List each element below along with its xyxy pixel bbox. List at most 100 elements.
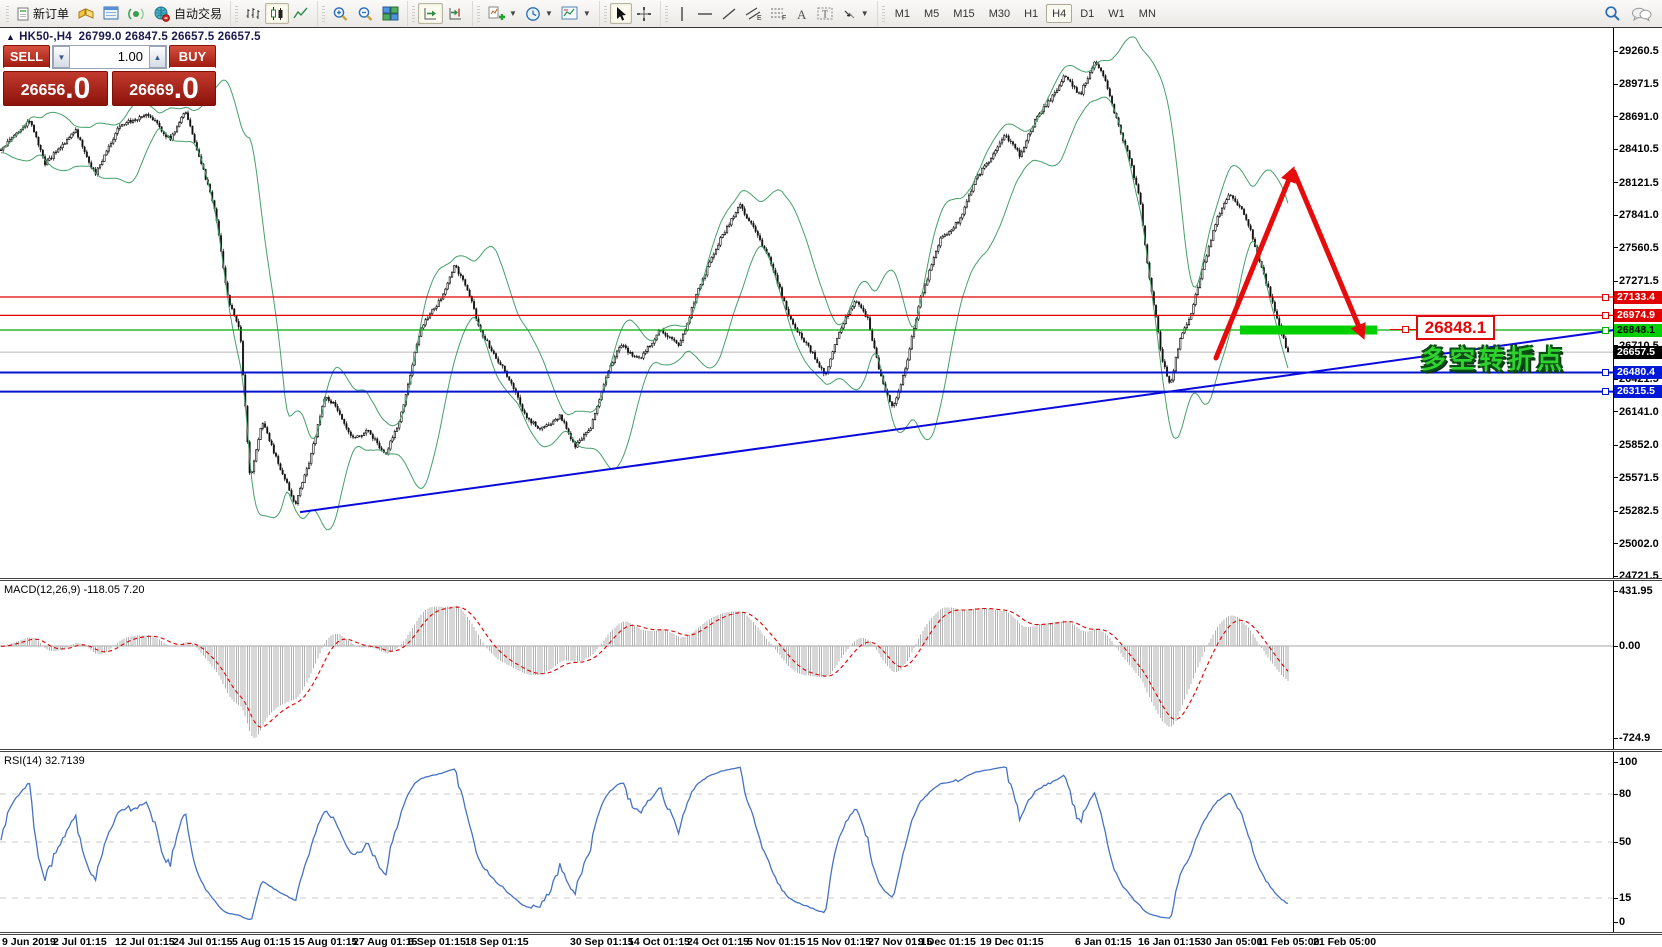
time-axis-label: 5 Aug 01:15 (232, 936, 291, 947)
time-axis-label: 30 Jan 05:00 (1200, 936, 1262, 947)
svg-text:E: E (757, 15, 762, 21)
price-level-label[interactable]: 27133.4 (1614, 291, 1662, 304)
search-icon[interactable] (1604, 5, 1621, 22)
price-level-label[interactable]: 26480.4 (1614, 366, 1662, 379)
line-chart-mode-button[interactable] (289, 3, 313, 24)
timeframe-button-w1[interactable]: W1 (1102, 4, 1131, 23)
time-axis-label: 16 Jan 01:15 (1138, 936, 1200, 947)
time-axis-label: 9 Jun 2019 (2, 936, 56, 947)
volume-decrease-button[interactable]: ▼ (53, 46, 70, 68)
chart-shift-icon (447, 6, 464, 22)
buy-price-button[interactable]: 26669.0 (112, 71, 216, 106)
trendline-button[interactable] (717, 3, 741, 24)
svg-text:F: F (782, 15, 786, 21)
mt4-terminal: { "colors":{ "accent_red":"#e00000","acc… (0, 0, 1662, 947)
rsi-pane-canvas[interactable] (0, 752, 1662, 932)
toolbar-right (1604, 5, 1660, 22)
new-order-button[interactable]: 新订单 (12, 3, 73, 24)
timeframe-button-mn[interactable]: MN (1133, 4, 1162, 23)
buy-price-main: 26669 (129, 78, 174, 104)
one-click-trade-panel: SELL ▼ 1.00 ▲ BUY 26656.0 26669.0 (3, 45, 216, 106)
volume-increase-button[interactable]: ▲ (149, 46, 166, 68)
pane-divider-rsi[interactable] (0, 749, 1662, 752)
sell-price-button[interactable]: 26656.0 (3, 71, 108, 106)
timeframe-button-h4[interactable]: H4 (1046, 4, 1072, 23)
auto-trading-label: 自动交易 (174, 5, 222, 22)
time-axis-label: 12 Jul 01:15 (115, 936, 175, 947)
time-axis[interactable]: 9 Jun 20192 Jul 01:1512 Jul 01:1524 Jul … (0, 935, 1662, 947)
chart-shift-button[interactable] (443, 3, 468, 24)
price-level-label[interactable]: 26315.5 (1614, 385, 1662, 398)
chevron-down-icon: ▼ (583, 9, 591, 18)
auto-trading-icon (153, 6, 171, 22)
text-label-icon: T (817, 6, 834, 21)
buy-button[interactable]: BUY (169, 45, 216, 69)
chevron-down-icon: ▼ (861, 9, 869, 18)
price-chart-canvas[interactable] (0, 28, 1662, 578)
period-button[interactable]: ▼ (521, 3, 557, 24)
market-watch-icon (77, 6, 95, 22)
bar-chart-mode-button[interactable] (241, 3, 265, 24)
fibonacci-button[interactable]: F (766, 3, 791, 24)
cursor-button[interactable] (610, 3, 632, 24)
template-button[interactable]: ▼ (557, 3, 595, 24)
pane-divider-macd[interactable] (0, 578, 1662, 581)
price-tick: 28121.5 (1619, 177, 1659, 189)
signals-button[interactable] (124, 3, 149, 24)
price-tick: 25282.5 (1619, 505, 1659, 517)
data-window-button[interactable] (99, 3, 124, 24)
pane-divider-bottom[interactable] (0, 932, 1662, 935)
rsi-axis-label: 80 (1619, 788, 1631, 800)
svg-text:T: T (822, 10, 828, 21)
macd-values: -118.05 7.20 (83, 584, 144, 596)
chat-icon[interactable] (1631, 6, 1652, 22)
candle-chart-mode-button[interactable] (265, 3, 289, 24)
period-icon (525, 6, 541, 22)
price-level-label[interactable]: 26657.5 (1614, 346, 1662, 359)
toolbar-group-add: ▼ ▼ ▼ (472, 1, 599, 26)
time-axis-label: 19 Dec 01:15 (980, 936, 1044, 947)
text-icon: A (795, 7, 808, 21)
toolbar-group-cursor (599, 1, 660, 26)
time-axis-label: 11 Feb 05:00 (1257, 936, 1319, 947)
timeframe-button-m5[interactable]: M5 (918, 4, 945, 23)
signals-icon (128, 6, 145, 22)
main-toolbar: 新订单 自动交易 (0, 0, 1662, 27)
timeframe-button-h1[interactable]: H1 (1018, 4, 1044, 23)
price-tick: 28691.0 (1619, 111, 1659, 123)
arrows-shapes-button[interactable]: ▼ (838, 3, 873, 24)
sell-price-pips: .0 (65, 74, 90, 104)
timeframe-button-m1[interactable]: M1 (889, 4, 916, 23)
volume-input[interactable]: 1.00 (70, 46, 149, 68)
sell-button[interactable]: SELL (3, 45, 50, 69)
timeframe-button-d1[interactable]: D1 (1074, 4, 1100, 23)
auto-scroll-button[interactable] (418, 3, 443, 24)
line-chart-icon (293, 6, 309, 22)
macd-name: MACD(12,26,9) (4, 584, 80, 596)
crosshair-button[interactable] (632, 3, 656, 24)
market-watch-button[interactable] (73, 3, 99, 24)
price-level-label[interactable]: 26848.1 (1614, 324, 1662, 337)
indicators-icon (487, 6, 505, 22)
zoom-out-button[interactable] (353, 3, 378, 24)
svg-text:A: A (797, 7, 807, 21)
horizontal-line-button[interactable] (693, 3, 717, 24)
macd-pane-canvas[interactable] (0, 581, 1662, 749)
text-label-button[interactable]: T (813, 3, 838, 24)
tile-windows-button[interactable] (378, 3, 403, 24)
auto-trading-button[interactable]: 自动交易 (149, 3, 226, 24)
equidistant-channel-button[interactable]: E (741, 3, 766, 24)
timeframe-button-m30[interactable]: M30 (983, 4, 1016, 23)
add-indicator-button[interactable]: ▼ (483, 3, 521, 24)
macd-axis-label: 0.00 (1619, 640, 1640, 652)
price-level-label[interactable]: 26974.9 (1614, 309, 1662, 322)
text-button[interactable]: A (791, 3, 813, 24)
auto-scroll-icon (422, 6, 439, 22)
vertical-line-button[interactable] (671, 3, 693, 24)
zoom-in-button[interactable] (328, 3, 353, 24)
highlight-price-flag[interactable]: 26848.1 (1416, 315, 1495, 340)
timeframe-button-m15[interactable]: M15 (947, 4, 980, 23)
price-tick: 27271.5 (1619, 275, 1659, 287)
level-anchor-square (1602, 294, 1609, 301)
time-axis-label: 6 Sep 01:15 (408, 936, 466, 947)
